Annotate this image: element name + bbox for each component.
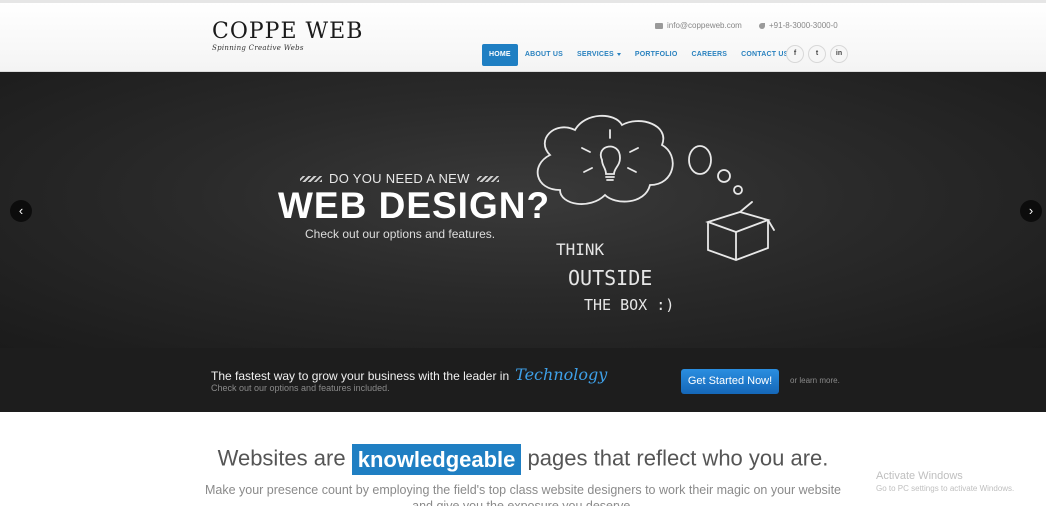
slider-prev-button[interactable]: ‹ [10,200,32,222]
hero-subtext: Check out our options and features. [305,227,496,241]
activate-windows-watermark: Activate Windows Go to PC settings to ac… [876,470,1014,493]
hero-eyebrow: DO YOU NEED A NEW [300,171,499,186]
chalk-outside: OUTSIDE [568,266,653,290]
box-icon [705,201,775,261]
thought-cloud [536,114,674,205]
caret-down-icon [616,52,621,56]
chalk-think: THINK [556,240,605,259]
social-links: f t in [786,45,848,63]
heading-after: pages that reflect who you are. [527,445,829,471]
main-nav: HOME ABOUT US SERVICES PORTFOLIO CAREERS… [482,44,796,66]
nav-services[interactable]: SERVICES [570,44,628,66]
phone-icon [759,22,765,29]
nav-about-us[interactable]: ABOUT US [518,44,570,66]
linkedin-icon[interactable]: in [830,45,848,63]
chalk-the-box: THE BOX :) [584,296,675,314]
slider-next-button[interactable]: › [1020,200,1042,222]
activate-title: Activate Windows [876,470,963,482]
nav-portfolio[interactable]: PORTFOLIO [628,44,685,66]
nav-careers[interactable]: CAREERS [684,44,734,66]
heading-before: Websites are [217,445,346,471]
learn-more-link[interactable]: or learn more. [790,376,840,385]
page: COPPE WEB Spinning Creative Webs info@co… [0,0,1046,506]
email-text: info@coppeweb.com [667,21,742,30]
header-email[interactable]: info@coppeweb.com [655,21,742,30]
hero-eyebrow-text: DO YOU NEED A NEW [329,171,470,186]
promo-subtext: Check out our options and features inclu… [211,383,390,393]
get-started-button[interactable]: Get Started Now! [681,369,779,394]
logo-tagline: Spinning Creative Webs [212,44,304,52]
stripe-decoration [300,175,322,182]
content-subtext: Make your presence count by employing th… [204,483,842,506]
nav-services-label: SERVICES [576,51,614,58]
site-header: COPPE WEB Spinning Creative Webs info@co… [0,0,1046,72]
promo-text-main: The fastest way to grow your business wi… [211,369,510,383]
stripe-decoration [476,175,499,182]
facebook-icon[interactable]: f [786,45,804,63]
logo[interactable]: COPPE WEB Spinning Creative Webs [212,19,364,53]
heading-keyword: knowledgeable [351,444,522,475]
nav-home[interactable]: HOME [482,44,518,66]
logo-text: COPPE WEB [212,19,364,44]
header-phone: +91-8-3000-3000-0 [759,21,838,30]
envelope-icon [655,22,663,29]
activate-subtitle: Go to PC settings to activate Windows. [876,484,1015,493]
phone-text: +91-8-3000-3000-0 [769,21,838,30]
hero-headline: WEB DESIGN? [278,185,551,226]
promo-text: The fastest way to grow your business wi… [211,365,607,384]
twitter-icon[interactable]: t [808,45,826,63]
promo-highlight: Technology [515,365,608,384]
bulb-icon [599,145,621,175]
